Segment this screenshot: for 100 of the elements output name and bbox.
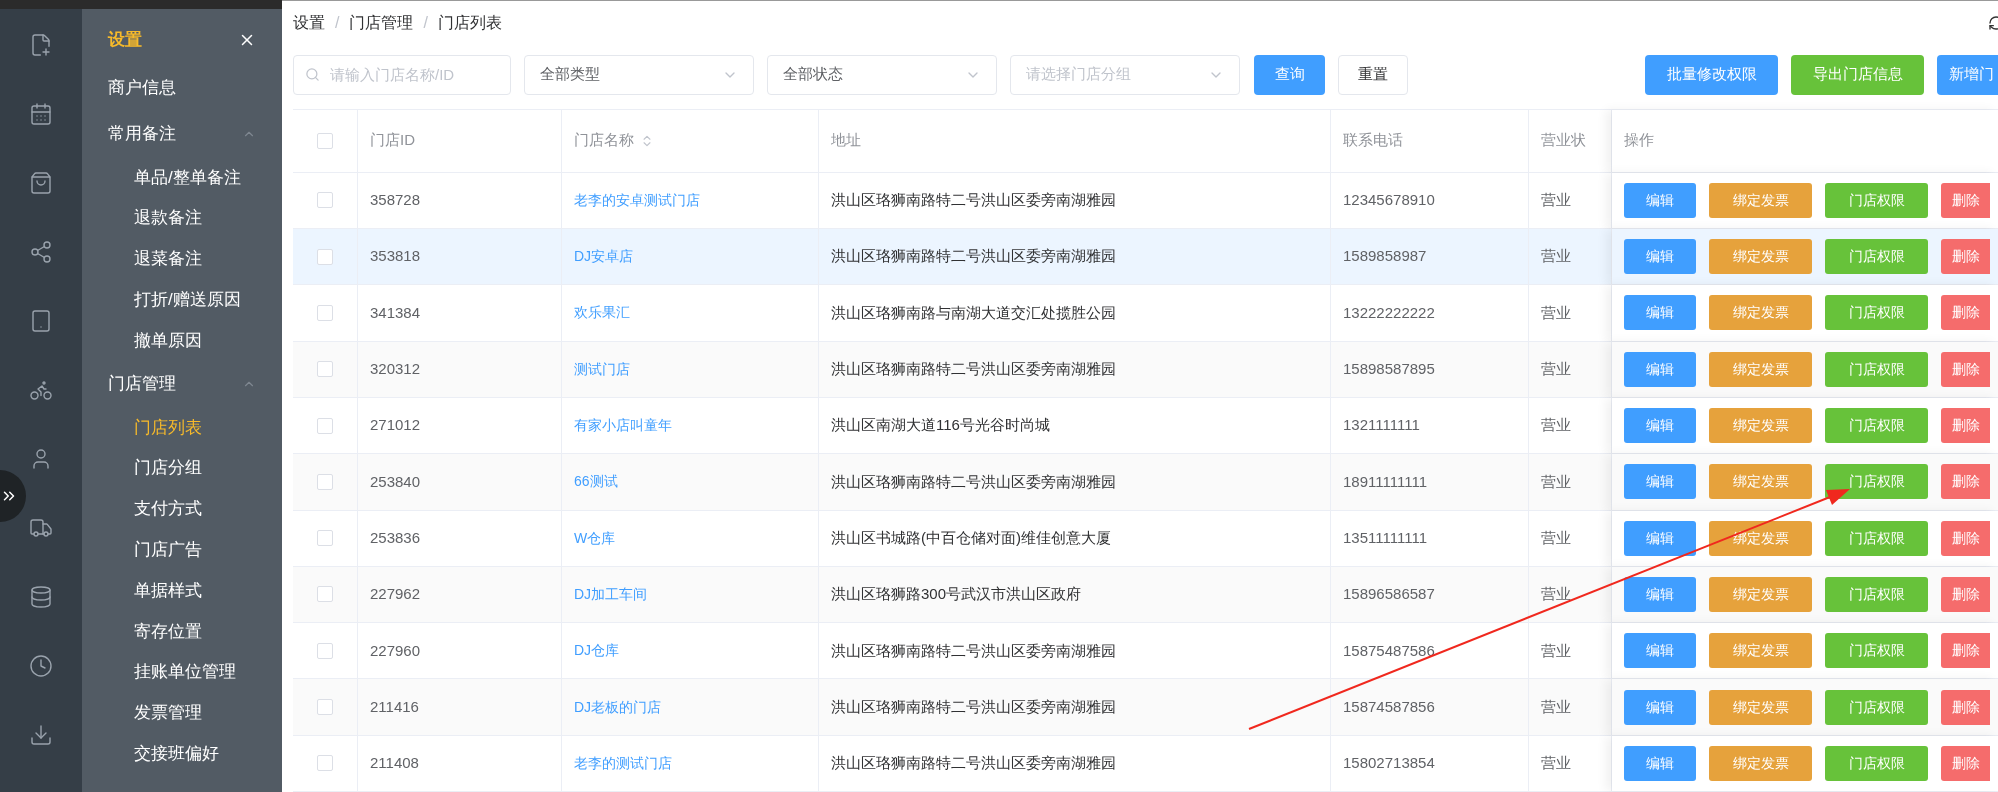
store-name-link[interactable]: DJ加工车间 bbox=[574, 583, 648, 605]
menu-item[interactable]: 挂账单位管理 bbox=[82, 651, 282, 693]
share-icon[interactable] bbox=[29, 240, 53, 264]
store-permission-button[interactable]: 门店权限 bbox=[1825, 239, 1928, 275]
edit-button[interactable]: 编辑 bbox=[1624, 576, 1696, 612]
menu-item[interactable]: 交接班偏好 bbox=[82, 733, 282, 775]
checkbox[interactable] bbox=[317, 530, 333, 547]
menu-item[interactable]: 门店广告 bbox=[82, 529, 282, 571]
bind-invoice-button[interactable]: 绑定发票 bbox=[1709, 351, 1812, 387]
menu-item[interactable]: 门店列表 bbox=[82, 407, 282, 448]
toolbar-button[interactable]: 新增门 bbox=[1937, 54, 1998, 95]
bicycle-icon[interactable] bbox=[29, 378, 53, 402]
menu-group[interactable]: 门店管理 bbox=[82, 361, 282, 407]
table-row[interactable]: 358728 老李的安卓测试门店 洪山区珞狮南路特二号洪山区委旁南湖雅园 12345678910 营业 编辑 绑定发票 门店权限 删除 bbox=[293, 172, 1998, 230]
bind-invoice-button[interactable]: 绑定发票 bbox=[1709, 295, 1812, 331]
store-permission-button[interactable]: 门店权限 bbox=[1825, 295, 1928, 331]
edit-button[interactable]: 编辑 bbox=[1624, 745, 1696, 781]
table-row[interactable]: 341384 欢乐果汇 洪山区珞狮南路与南湖大道交汇处揽胜公园 13222222222 营业 编辑 绑定发票 门店权限 删除 bbox=[293, 285, 1998, 342]
edit-button[interactable]: 编辑 bbox=[1624, 633, 1696, 669]
store-name-link[interactable]: 66测试 bbox=[574, 471, 618, 493]
bind-invoice-button[interactable]: 绑定发票 bbox=[1709, 182, 1812, 218]
store-name-link[interactable]: 老李的安卓测试门店 bbox=[574, 189, 700, 211]
checkbox[interactable] bbox=[317, 248, 333, 265]
table-row[interactable]: 320312 测试门店 洪山区珞狮南路特二号洪山区委旁南湖雅园 15898587895 营业 编辑 绑定发票 门店权限 删除 bbox=[293, 341, 1998, 398]
edit-button[interactable]: 编辑 bbox=[1624, 182, 1696, 218]
menu-item[interactable]: 商户信息 bbox=[82, 65, 282, 111]
menu-item[interactable]: 支付方式 bbox=[82, 488, 282, 530]
query-button[interactable]: 查询 bbox=[1254, 54, 1325, 95]
calendar-icon[interactable] bbox=[29, 102, 53, 126]
table-row[interactable]: 211408 老李的测试门店 洪山区珞狮南路特二号洪山区委旁南湖雅园 15802713854 营业 编辑 绑定发票 门店权限 删除 bbox=[293, 735, 1998, 792]
breadcrumb-item[interactable]: 门店列表 bbox=[437, 10, 502, 35]
table-row[interactable]: 353818 DJ安卓店 洪山区珞狮南路特二号洪山区委旁南湖雅园 1589858987 营业 编辑 绑定发票 门店权限 删除 bbox=[293, 229, 1998, 286]
store-name-link[interactable]: 测试门店 bbox=[574, 358, 630, 380]
table-row[interactable]: 211416 DJ老板的门店 洪山区珞狮南路特二号洪山区委旁南湖雅园 15874587856 营业 编辑 绑定发票 门店权限 删除 bbox=[293, 679, 1998, 736]
delete-button[interactable]: 删除 bbox=[1941, 464, 1990, 500]
checkbox[interactable] bbox=[317, 417, 333, 434]
delete-button[interactable]: 删除 bbox=[1941, 351, 1990, 387]
delete-button[interactable]: 删除 bbox=[1941, 520, 1990, 556]
checkbox[interactable] bbox=[317, 586, 333, 603]
menu-item[interactable]: 退菜备注 bbox=[82, 238, 282, 280]
delete-button[interactable]: 删除 bbox=[1941, 239, 1990, 275]
store-permission-button[interactable]: 门店权限 bbox=[1825, 745, 1928, 781]
search-field[interactable]: 请输入门店名称/ID bbox=[293, 54, 511, 95]
checkbox[interactable] bbox=[317, 132, 333, 149]
edit-button[interactable]: 编辑 bbox=[1624, 464, 1696, 500]
store-name-link[interactable]: W仓库 bbox=[574, 527, 616, 549]
tablet-icon[interactable] bbox=[29, 309, 53, 333]
store-permission-button[interactable]: 门店权限 bbox=[1825, 633, 1928, 669]
select-field[interactable]: 全部类型 bbox=[524, 54, 754, 95]
edit-button[interactable]: 编辑 bbox=[1624, 408, 1696, 444]
delete-button[interactable]: 删除 bbox=[1941, 633, 1990, 669]
menu-group[interactable]: 常用备注 bbox=[82, 111, 282, 157]
delete-button[interactable]: 删除 bbox=[1941, 182, 1990, 218]
store-name-link[interactable]: DJ仓库 bbox=[574, 640, 620, 662]
checkbox[interactable] bbox=[317, 755, 333, 772]
edit-button[interactable]: 编辑 bbox=[1624, 351, 1696, 387]
bind-invoice-button[interactable]: 绑定发票 bbox=[1709, 576, 1812, 612]
edit-button[interactable]: 编辑 bbox=[1624, 295, 1696, 331]
menu-item[interactable]: 门店分组 bbox=[82, 447, 282, 489]
store-name-link[interactable]: 有家小店叫童年 bbox=[574, 415, 672, 437]
checkbox[interactable] bbox=[317, 473, 333, 490]
menu-item[interactable]: 发票管理 bbox=[82, 692, 282, 734]
table-row[interactable]: 227962 DJ加工车间 洪山区珞狮路300号武汉市洪山区政府 15896586587 营业 编辑 绑定发票 门店权限 删除 bbox=[293, 566, 1998, 624]
checkbox[interactable] bbox=[317, 304, 333, 321]
delete-button[interactable]: 删除 bbox=[1941, 408, 1990, 444]
checkbox[interactable] bbox=[317, 192, 333, 209]
edit-button[interactable]: 编辑 bbox=[1624, 689, 1696, 725]
table-row[interactable]: 271012 有家小店叫童年 洪山区南湖大道116号光谷时尚城 1321111111 营业 编辑 绑定发票 门店权限 删除 bbox=[293, 397, 1998, 455]
store-permission-button[interactable]: 门店权限 bbox=[1825, 351, 1928, 387]
store-name-link[interactable]: DJ安卓店 bbox=[574, 246, 634, 268]
checkbox[interactable] bbox=[317, 699, 333, 716]
store-name-link[interactable]: 欢乐果汇 bbox=[574, 302, 630, 324]
store-name-link[interactable]: DJ老板的门店 bbox=[574, 696, 662, 718]
table-row[interactable]: 253840 66测试 洪山区珞狮南路特二号洪山区委旁南湖雅园 18911111111 营业 编辑 绑定发票 门店权限 删除 bbox=[293, 454, 1998, 511]
menu-item[interactable]: 单据样式 bbox=[82, 570, 282, 611]
breadcrumb-item[interactable]: 设置 bbox=[293, 10, 325, 35]
edit-button[interactable]: 编辑 bbox=[1624, 239, 1696, 275]
menu-item[interactable]: 单品/整单备注 bbox=[82, 157, 282, 198]
select-field[interactable]: 全部状态 bbox=[767, 54, 997, 95]
store-name-link[interactable]: 老李的测试门店 bbox=[574, 752, 672, 774]
menu-item[interactable]: 退款备注 bbox=[82, 197, 282, 239]
bind-invoice-button[interactable]: 绑定发票 bbox=[1709, 239, 1812, 275]
store-permission-button[interactable]: 门店权限 bbox=[1825, 464, 1928, 500]
store-permission-button[interactable]: 门店权限 bbox=[1825, 182, 1928, 218]
toolbar-button[interactable]: 批量修改权限 bbox=[1645, 54, 1778, 95]
bind-invoice-button[interactable]: 绑定发票 bbox=[1709, 689, 1812, 725]
reset-button[interactable]: 重置 bbox=[1338, 54, 1408, 95]
bind-invoice-button[interactable]: 绑定发票 bbox=[1709, 745, 1812, 781]
file-icon[interactable] bbox=[29, 33, 53, 57]
edit-button[interactable]: 编辑 bbox=[1624, 520, 1696, 556]
toolbar-button[interactable]: 导出门店信息 bbox=[1791, 54, 1924, 95]
truck-icon[interactable] bbox=[29, 516, 53, 540]
menu-item[interactable]: 撤单原因 bbox=[82, 320, 282, 361]
database-icon[interactable] bbox=[29, 585, 53, 609]
store-permission-button[interactable]: 门店权限 bbox=[1825, 576, 1928, 612]
delete-button[interactable]: 删除 bbox=[1941, 745, 1990, 781]
delete-button[interactable]: 删除 bbox=[1941, 689, 1990, 725]
bind-invoice-button[interactable]: 绑定发票 bbox=[1709, 464, 1812, 500]
checkbox[interactable] bbox=[317, 642, 333, 659]
store-permission-button[interactable]: 门店权限 bbox=[1825, 689, 1928, 725]
